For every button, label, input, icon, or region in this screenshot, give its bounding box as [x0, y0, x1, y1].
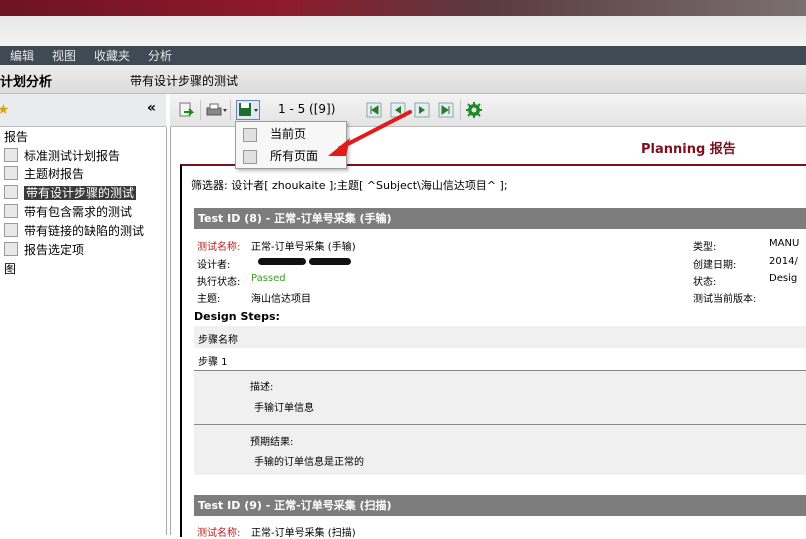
test-name-value: 正常-订单号采集 (手输) — [251, 242, 356, 253]
toolbar-separator — [230, 100, 231, 120]
expected-label: 预期结果: — [250, 437, 294, 448]
description-value: 手输订单信息 — [254, 403, 314, 414]
menu-item-label: 当前页 — [270, 127, 307, 141]
tree-label: 标准测试计划报告 — [24, 149, 121, 163]
creation-date-label: 创建日期: — [693, 260, 737, 271]
tree-label: 主题树报告 — [24, 167, 85, 181]
menu-favorites[interactable]: 收藏夹 — [94, 47, 130, 64]
print-icon[interactable] — [206, 102, 228, 118]
tree-folder-graphs[interactable]: 图 — [4, 260, 16, 278]
report-title: Planning 报告 — [641, 142, 736, 157]
favorite-star-icon[interactable]: ★ — [0, 102, 10, 118]
tree-label: 图 — [4, 262, 17, 276]
expected-value: 手输的订单信息是正常的 — [254, 457, 364, 468]
pages-icon — [243, 150, 257, 164]
test-name-label: 测试名称: — [197, 528, 241, 539]
last-page-icon[interactable] — [438, 102, 454, 118]
tree-item-report-selection[interactable]: 报告选定项 — [4, 241, 84, 259]
report-icon — [4, 242, 18, 256]
tree-item-tests-with-design-steps[interactable]: 带有设计步骤的测试 — [4, 184, 137, 202]
type-label: 类型: — [693, 242, 717, 253]
type-value: MANU — [769, 238, 800, 249]
state-label: 状态: — [693, 277, 717, 288]
browser-top-strip — [0, 0, 806, 16]
menu-item-label: 所有页面 — [270, 149, 319, 163]
toolbar-separator — [200, 100, 201, 120]
title-bar: 计划分析 带有设计步骤的测试 — [0, 65, 806, 94]
tree-item-tests-with-requirements[interactable]: 带有包含需求的测试 — [4, 203, 132, 221]
menu-edit[interactable]: 编辑 — [10, 47, 34, 64]
design-steps-title: Design Steps: — [194, 310, 280, 323]
tree-item-standard-plan-report[interactable]: 标准测试计划报告 — [4, 147, 120, 165]
toolbar-separator — [460, 100, 461, 120]
generate-report-icon[interactable] — [178, 102, 194, 118]
redacted-scribble — [309, 258, 351, 265]
report-icon — [4, 148, 18, 162]
settings-gear-icon[interactable] — [466, 102, 482, 118]
subject-label: 主题: — [197, 294, 221, 305]
step-row: 步骤 1 — [194, 348, 806, 370]
status-value: Passed — [251, 273, 286, 284]
test-8-header: Test ID (8) - 正常-订单号采集 (手输) — [194, 208, 806, 229]
tree-item-tests-with-linked-defects[interactable]: 带有链接的缺陷的测试 — [4, 222, 144, 240]
state-value: Desig — [769, 273, 798, 284]
tree-label: 带有设计步骤的测试 — [24, 186, 137, 200]
tree-item-subject-tree-report[interactable]: 主题树报告 — [4, 165, 84, 183]
test-name-value: 正常-订单号采集 (扫描) — [251, 528, 356, 539]
tree-folder-reports[interactable]: 报告 — [4, 128, 28, 146]
report-icon — [4, 166, 18, 180]
report-icon — [4, 204, 18, 218]
menu-view[interactable]: 视图 — [52, 47, 76, 64]
test-9-header: Test ID (9) - 正常-订单号采集 (扫描) — [194, 495, 806, 516]
current-version-label: 测试当前版本: — [693, 294, 757, 305]
description-label: 描述: — [250, 382, 274, 393]
step-name: 步骤 1 — [198, 357, 228, 368]
designer-label: 设计者: — [197, 260, 231, 271]
test-header-text: Test ID (9) - 正常-订单号采集 (扫描) — [198, 499, 392, 512]
step-expected-block: 预期结果: 手输的订单信息是正常的 — [194, 425, 806, 475]
report-icon — [4, 223, 18, 237]
report-icon — [4, 185, 18, 199]
module-title: 计划分析 — [0, 75, 53, 90]
tree-label: 带有链接的缺陷的测试 — [24, 224, 145, 238]
tree-label: 报告 — [4, 130, 29, 144]
status-label: 执行状态: — [197, 277, 241, 288]
report-filter: 筛选器: 设计者[ zhoukaite ];主题[ ^Subject\海山信达项… — [191, 179, 508, 192]
tree-label: 报告选定项 — [24, 243, 85, 257]
subject-value: 海山信达项目 — [251, 294, 311, 305]
report-tree-panel: 报告 标准测试计划报告 主题树报告 带有设计步骤的测试 带有包含需求的测试 带有… — [0, 127, 167, 535]
page-icon — [243, 128, 257, 142]
menu-analysis[interactable]: 分析 — [148, 47, 172, 64]
collapse-panel-button[interactable]: « — [147, 100, 156, 116]
save-dropdown-icon[interactable] — [236, 100, 260, 120]
red-arrow-annotation — [328, 110, 412, 156]
test-header-text: Test ID (8) - 正常-订单号采集 (手输) — [198, 212, 392, 225]
steps-header-row: 步骤名称 — [194, 326, 806, 348]
browser-chrome — [0, 16, 806, 46]
redacted-scribble — [258, 258, 306, 265]
left-panel-header: ★ « — [0, 94, 166, 127]
page-title: 带有设计步骤的测试 — [130, 74, 239, 88]
step-name-column: 步骤名称 — [198, 335, 238, 346]
test-name-label: 测试名称: — [197, 242, 241, 253]
menu-bar: 编辑 视图 收藏夹 分析 — [0, 46, 806, 65]
creation-date-value: 2014/ — [769, 256, 798, 267]
step-description-block: 描述: 手输订单信息 — [194, 371, 806, 424]
tree-label: 带有包含需求的测试 — [24, 205, 133, 219]
